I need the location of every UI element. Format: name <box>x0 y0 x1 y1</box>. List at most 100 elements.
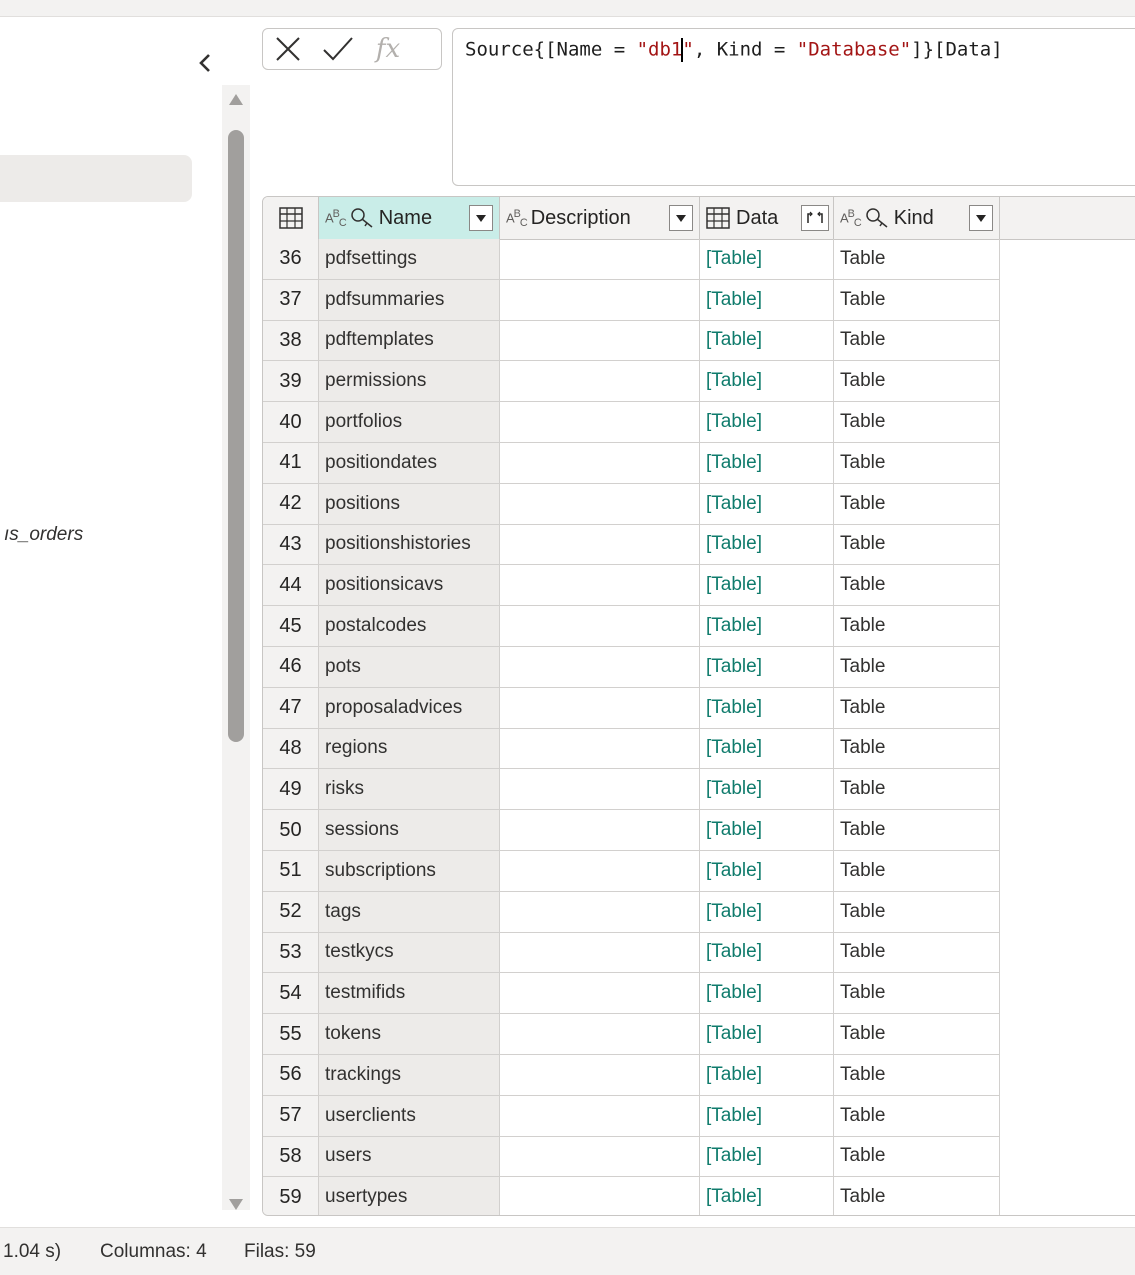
kind-cell[interactable]: Table <box>834 646 1000 688</box>
table-row[interactable]: 41 positiondates [Table] Table <box>263 442 1135 484</box>
name-cell[interactable]: userclients <box>319 1095 500 1137</box>
kind-cell[interactable]: Table <box>834 1095 1000 1137</box>
name-cell[interactable]: subscriptions <box>319 850 500 892</box>
description-cell[interactable] <box>500 891 700 933</box>
kind-cell[interactable]: Table <box>834 565 1000 607</box>
kind-cell[interactable]: Table <box>834 728 1000 770</box>
table-row[interactable]: 48 regions [Table] Table <box>263 728 1135 770</box>
description-cell[interactable] <box>500 769 700 811</box>
table-row[interactable]: 38 pdftemplates [Table] Table <box>263 320 1135 362</box>
description-cell[interactable] <box>500 1054 700 1096</box>
name-cell[interactable]: users <box>319 1136 500 1178</box>
description-cell[interactable] <box>500 687 700 729</box>
table-row[interactable]: 45 postalcodes [Table] Table <box>263 606 1135 647</box>
expand-columns-button[interactable] <box>801 205 829 231</box>
name-cell[interactable]: pdftemplates <box>319 320 500 362</box>
data-table-link[interactable]: [Table] <box>700 1177 834 1215</box>
name-cell[interactable]: proposaladvices <box>319 687 500 729</box>
data-table-link[interactable]: [Table] <box>700 646 834 688</box>
cancel-formula-button[interactable] <box>263 29 313 69</box>
table-row[interactable]: 46 pots [Table] Table <box>263 646 1135 688</box>
kind-cell[interactable]: Table <box>834 279 1000 321</box>
description-cell[interactable] <box>500 932 700 974</box>
kind-cell[interactable]: Table <box>834 402 1000 443</box>
table-row[interactable]: 59 usertypes [Table] Table <box>263 1177 1135 1215</box>
name-cell[interactable]: pots <box>319 646 500 688</box>
name-cell[interactable]: permissions <box>319 361 500 403</box>
name-cell[interactable]: regions <box>319 728 500 770</box>
table-menu-button[interactable] <box>263 197 319 239</box>
description-cell[interactable] <box>500 524 700 566</box>
kind-cell[interactable]: Table <box>834 442 1000 484</box>
description-cell[interactable] <box>500 442 700 484</box>
name-cell[interactable]: pdfsettings <box>319 239 500 280</box>
collapse-queries-button[interactable] <box>193 53 217 77</box>
table-row[interactable]: 58 users [Table] Table <box>263 1136 1135 1178</box>
scrollbar-thumb[interactable] <box>228 130 244 742</box>
description-cell[interactable] <box>500 1136 700 1178</box>
name-cell[interactable]: postalcodes <box>319 606 500 647</box>
table-row[interactable]: 50 sessions [Table] Table <box>263 810 1135 851</box>
kind-cell[interactable]: Table <box>834 769 1000 811</box>
data-table-link[interactable]: [Table] <box>700 932 834 974</box>
name-cell[interactable]: pdfsummaries <box>319 279 500 321</box>
data-table-link[interactable]: [Table] <box>700 850 834 892</box>
description-cell[interactable] <box>500 1095 700 1137</box>
description-cell[interactable] <box>500 810 700 851</box>
column-filter-dropdown[interactable] <box>969 205 993 231</box>
description-cell[interactable] <box>500 483 700 525</box>
column-header-data[interactable]: Data <box>700 197 834 239</box>
column-header-description[interactable]: ABC Description <box>500 197 700 239</box>
data-table-link[interactable]: [Table] <box>700 320 834 362</box>
name-cell[interactable]: testmifids <box>319 973 500 1015</box>
data-table-link[interactable]: [Table] <box>700 565 834 607</box>
column-filter-dropdown[interactable] <box>469 205 493 231</box>
description-cell[interactable] <box>500 728 700 770</box>
scroll-up-arrow-icon[interactable] <box>229 94 243 105</box>
data-table-link[interactable]: [Table] <box>700 891 834 933</box>
column-filter-dropdown[interactable] <box>669 205 693 231</box>
kind-cell[interactable]: Table <box>834 1014 1000 1055</box>
table-row[interactable]: 55 tokens [Table] Table <box>263 1014 1135 1055</box>
description-cell[interactable] <box>500 646 700 688</box>
kind-cell[interactable]: Table <box>834 361 1000 403</box>
description-cell[interactable] <box>500 239 700 280</box>
table-row[interactable]: 43 positionshistories [Table] Table <box>263 524 1135 566</box>
table-row[interactable]: 39 permissions [Table] Table <box>263 361 1135 403</box>
kind-cell[interactable]: Table <box>834 1054 1000 1096</box>
table-row[interactable]: 51 subscriptions [Table] Table <box>263 850 1135 892</box>
data-table-link[interactable]: [Table] <box>700 524 834 566</box>
description-cell[interactable] <box>500 565 700 607</box>
kind-cell[interactable]: Table <box>834 606 1000 647</box>
name-cell[interactable]: trackings <box>319 1054 500 1096</box>
name-cell[interactable]: positionshistories <box>319 524 500 566</box>
kind-cell[interactable]: Table <box>834 239 1000 280</box>
table-row[interactable]: 42 positions [Table] Table <box>263 483 1135 525</box>
kind-cell[interactable]: Table <box>834 524 1000 566</box>
table-row[interactable]: 37 pdfsummaries [Table] Table <box>263 279 1135 321</box>
description-cell[interactable] <box>500 606 700 647</box>
data-table-link[interactable]: [Table] <box>700 402 834 443</box>
table-row[interactable]: 52 tags [Table] Table <box>263 891 1135 933</box>
table-row[interactable]: 44 positionsicavs [Table] Table <box>263 565 1135 607</box>
kind-cell[interactable]: Table <box>834 932 1000 974</box>
data-table-link[interactable]: [Table] <box>700 1095 834 1137</box>
query-item[interactable]: ıs_orders <box>4 524 83 546</box>
table-row[interactable]: 54 testmifids [Table] Table <box>263 973 1135 1015</box>
data-table-link[interactable]: [Table] <box>700 442 834 484</box>
column-header-name[interactable]: ABC Name <box>319 197 500 239</box>
kind-cell[interactable]: Table <box>834 687 1000 729</box>
name-cell[interactable]: positionsicavs <box>319 565 500 607</box>
description-cell[interactable] <box>500 850 700 892</box>
column-header-kind[interactable]: ABC Kind <box>834 197 1000 239</box>
kind-cell[interactable]: Table <box>834 850 1000 892</box>
kind-cell[interactable]: Table <box>834 1136 1000 1178</box>
description-cell[interactable] <box>500 1014 700 1055</box>
kind-cell[interactable]: Table <box>834 973 1000 1015</box>
name-cell[interactable]: portfolios <box>319 402 500 443</box>
kind-cell[interactable]: Table <box>834 891 1000 933</box>
table-row[interactable]: 40 portfolios [Table] Table <box>263 402 1135 443</box>
formula-editor[interactable]: Source{[Name = "db1", Kind = "Database"]… <box>452 28 1135 186</box>
commit-formula-button[interactable] <box>313 29 363 69</box>
data-table-link[interactable]: [Table] <box>700 1014 834 1055</box>
